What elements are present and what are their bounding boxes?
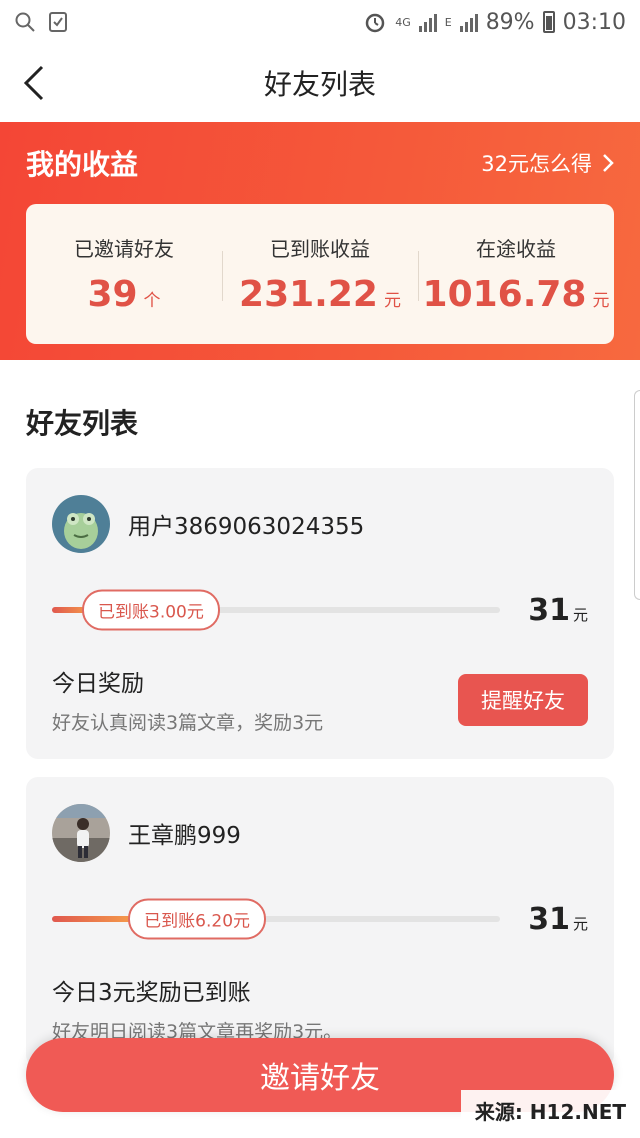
today-reward-title: 今日奖励 bbox=[52, 671, 144, 697]
how-to-earn-label: 32元怎么得 bbox=[481, 152, 592, 176]
remind-friend-button[interactable]: 提醒好友 bbox=[458, 673, 588, 726]
stat-value: 231.22 元 bbox=[239, 274, 401, 315]
earnings-title: 我的收益 bbox=[26, 148, 139, 181]
stat-label: 已到账收益 bbox=[270, 237, 370, 261]
avatar bbox=[52, 804, 110, 862]
stat-invited-friends: 已邀请好友 39 个 bbox=[26, 233, 222, 315]
stat-label: 已邀请好友 bbox=[74, 237, 174, 261]
earnings-header: 我的收益 32元怎么得 bbox=[26, 122, 614, 204]
progress-track: 已到账3.00元 bbox=[52, 589, 500, 631]
network-type: 4G bbox=[395, 15, 411, 29]
earnings-summary-card: 已邀请好友 39 个 已到账收益 231.22 元 在途收益 1016.78 元 bbox=[26, 204, 614, 344]
battery-percent: 89% bbox=[485, 9, 535, 35]
stat-value: 39 个 bbox=[87, 274, 161, 315]
side-drawer-handle[interactable] bbox=[634, 390, 640, 600]
today-reward-row: 今日奖励 好友认真阅读3篇文章，奖励3元 提醒好友 bbox=[52, 664, 588, 735]
nav-bar: 好友列表 bbox=[0, 44, 640, 122]
today-reward-text: 今日3元奖励已到账 好友明日阅读3篇文章再奖励3元。 bbox=[52, 973, 342, 1044]
back-arrow-icon bbox=[23, 65, 44, 101]
user-photo-avatar-icon bbox=[52, 804, 110, 862]
status-bar: 4G E 89% 03:10 bbox=[0, 0, 640, 44]
friend-name: 用户3869063024355 bbox=[128, 514, 365, 540]
page-title: 好友列表 bbox=[263, 68, 376, 101]
clock: 03:10 bbox=[562, 9, 626, 35]
back-button[interactable] bbox=[22, 58, 62, 108]
chevron-right-icon bbox=[603, 154, 614, 172]
progress-track: 已到账6.20元 bbox=[52, 898, 500, 940]
friend-card: 用户3869063024355 已到账3.00元 31 元 今日奖励 好友认真阅读… bbox=[26, 468, 614, 759]
received-pill: 已到账3.00元 bbox=[82, 589, 220, 631]
signal-icon bbox=[418, 12, 437, 32]
frog-avatar-icon bbox=[52, 495, 110, 553]
today-reward-title: 今日3元奖励已到账 bbox=[52, 980, 251, 1006]
friends-section-title: 好友列表 bbox=[26, 407, 139, 440]
received-pill: 已到账6.20元 bbox=[128, 898, 267, 940]
status-right: 4G E 89% 03:10 bbox=[363, 10, 626, 35]
alarm-icon bbox=[365, 13, 385, 33]
reward-progress: 已到账6.20元 31 元 bbox=[52, 898, 588, 940]
today-reward-desc: 好友认真阅读3篇文章，奖励3元 bbox=[52, 712, 324, 734]
search-icon bbox=[15, 12, 35, 32]
today-reward-text: 今日奖励 好友认真阅读3篇文章，奖励3元 bbox=[52, 664, 323, 735]
total-reward: 31 元 bbox=[528, 901, 588, 937]
stat-received-earnings: 已到账收益 231.22 元 bbox=[222, 233, 418, 315]
stat-label: 在途收益 bbox=[476, 237, 556, 261]
network-sub-type: E bbox=[444, 15, 452, 29]
how-to-earn-link[interactable]: 32元怎么得 bbox=[481, 148, 614, 178]
friend-user-row: 用户3869063024355 bbox=[52, 494, 588, 554]
stat-value: 1016.78 元 bbox=[422, 274, 610, 315]
avatar bbox=[52, 495, 110, 553]
today-reward-row: 今日3元奖励已到账 好友明日阅读3篇文章再奖励3元。 bbox=[52, 973, 588, 1044]
checklist-icon bbox=[49, 12, 67, 32]
stat-pending-earnings: 在途收益 1016.78 元 bbox=[418, 233, 614, 315]
signal-icon-2 bbox=[459, 12, 478, 32]
earnings-panel: 我的收益 32元怎么得 已邀请好友 39 个 已到账收益 231.22 元 在途收益… bbox=[0, 122, 640, 360]
reward-progress: 已到账3.00元 31 元 bbox=[52, 589, 588, 631]
status-left bbox=[14, 11, 68, 33]
battery-icon bbox=[542, 11, 555, 33]
total-reward: 31 元 bbox=[528, 592, 588, 628]
friend-name: 王章鹏999 bbox=[128, 823, 241, 849]
friend-card: 王章鹏999 已到账6.20元 31 元 今日3元奖励已到账 好友明日阅读3篇文章… bbox=[26, 777, 614, 1067]
source-watermark: 来源: H12.NET bbox=[460, 1090, 640, 1130]
friend-user-row: 王章鹏999 bbox=[52, 803, 588, 863]
